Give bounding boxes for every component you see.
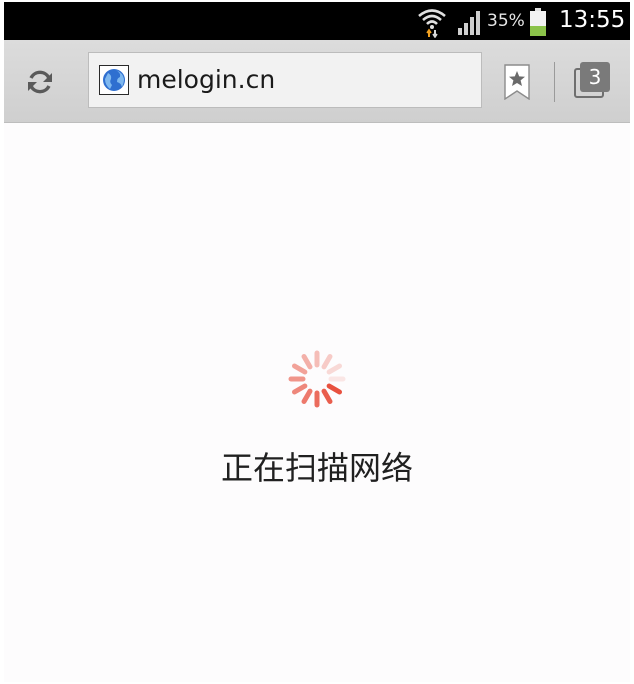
page-frame: 35% 13:55 melogin.cn 3 正在扫描网络	[0, 0, 634, 684]
spinner-segment	[301, 353, 313, 370]
loading-spinner-icon	[288, 350, 346, 408]
spinner-segment	[321, 388, 333, 405]
bookmark-button[interactable]	[504, 64, 530, 101]
clock: 13:55	[559, 7, 626, 33]
signal-icon	[458, 11, 480, 35]
spinner-segment	[326, 383, 343, 395]
url-text: melogin.cn	[137, 65, 276, 94]
browser-toolbar: melogin.cn 3	[4, 40, 630, 123]
toolbar-divider	[554, 62, 555, 102]
tab-count: 3	[580, 62, 610, 92]
tabs-button[interactable]: 3	[574, 62, 612, 100]
refresh-button[interactable]	[18, 62, 62, 102]
status-bar: 35% 13:55	[4, 2, 630, 40]
globe-icon	[99, 65, 129, 95]
wifi-icon	[418, 9, 446, 38]
spinner-segment	[301, 388, 313, 405]
spinner-segment	[291, 363, 308, 375]
refresh-icon	[28, 70, 52, 94]
battery-icon	[530, 8, 546, 36]
spinner-segment	[291, 383, 308, 395]
bookmark-icon	[504, 64, 530, 101]
spinner-segment	[321, 353, 333, 370]
spinner-segment	[326, 363, 343, 375]
url-bar[interactable]: melogin.cn	[88, 52, 482, 108]
phone-screen: 35% 13:55 melogin.cn 3 正在扫描网络	[4, 2, 630, 682]
loading-text: 正在扫描网络	[220, 449, 413, 487]
battery-percent: 35%	[487, 11, 525, 31]
page-content: 正在扫描网络	[4, 123, 630, 682]
